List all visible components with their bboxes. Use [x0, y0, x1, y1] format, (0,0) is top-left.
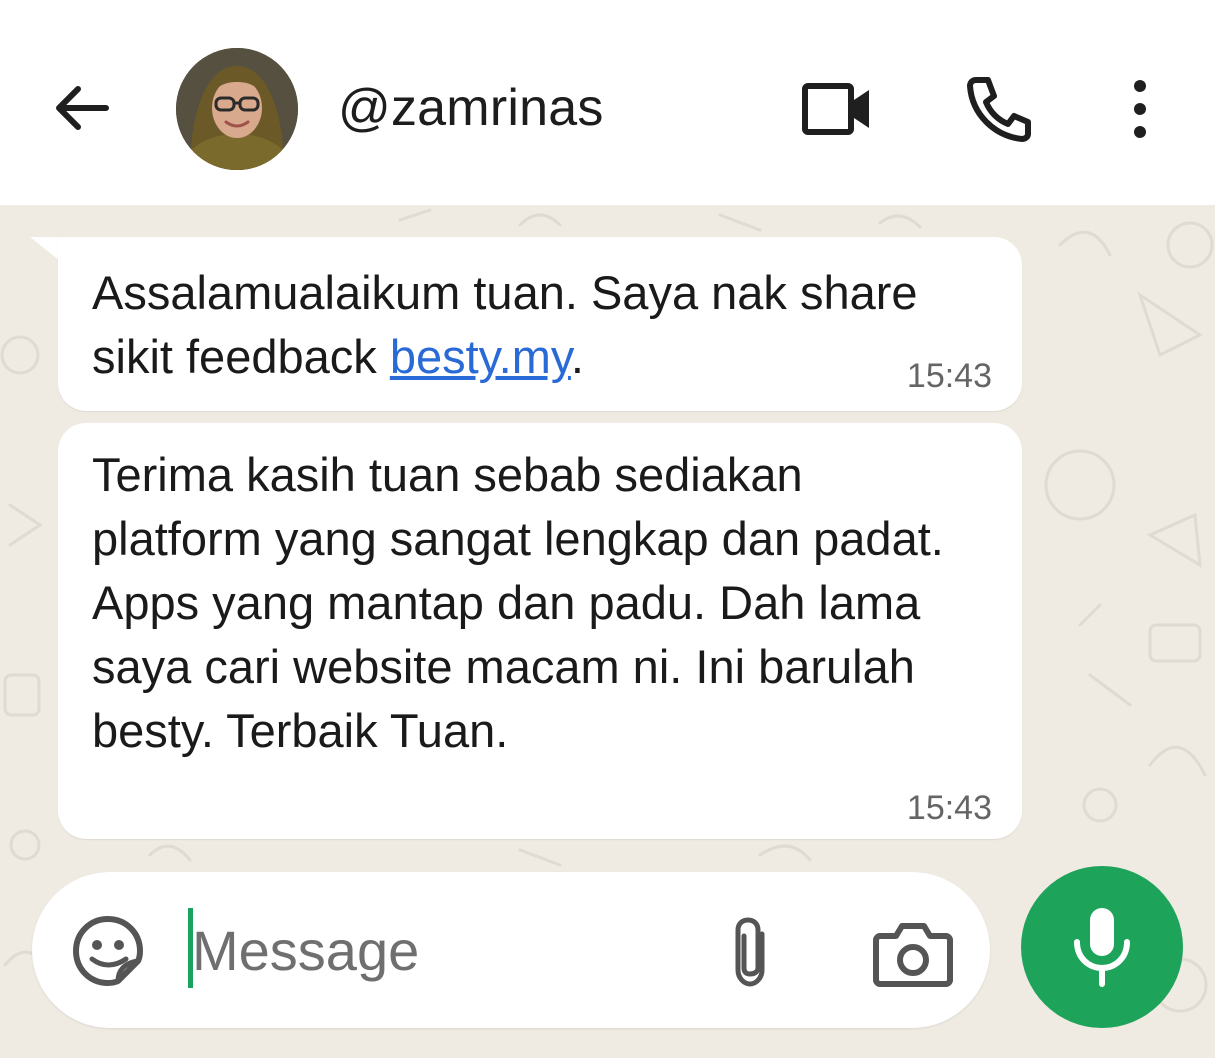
- chat-header: @zamrinas: [0, 0, 1215, 205]
- attachment-icon[interactable]: [722, 914, 778, 990]
- bubble-tail: [30, 237, 60, 261]
- message-text: Terima kasih tuan sebab sediakan platfor…: [92, 448, 944, 757]
- contact-name[interactable]: @zamrinas: [338, 78, 604, 138]
- emoji-sticker-icon[interactable]: [70, 913, 146, 989]
- message-link[interactable]: besty.my: [390, 330, 571, 383]
- message-bubble[interactable]: Terima kasih tuan sebab sediakan platfor…: [58, 423, 1022, 839]
- message-text: Assalamualaikum tuan. Saya nak share sik…: [92, 266, 918, 383]
- avatar[interactable]: [176, 48, 298, 170]
- voice-call-icon[interactable]: [962, 72, 1034, 144]
- video-call-icon[interactable]: [800, 78, 874, 140]
- message-timestamp: 15:43: [906, 789, 992, 827]
- back-arrow-icon[interactable]: [48, 75, 114, 141]
- avatar-photo: [176, 48, 298, 170]
- microphone-icon[interactable]: [1069, 906, 1135, 988]
- more-options-icon[interactable]: [1120, 76, 1160, 142]
- message-input[interactable]: [192, 900, 672, 1000]
- message-timestamp: 15:43: [906, 357, 992, 395]
- camera-icon[interactable]: [872, 918, 954, 988]
- message-bubble[interactable]: Assalamualaikum tuan. Saya nak share sik…: [58, 237, 1022, 411]
